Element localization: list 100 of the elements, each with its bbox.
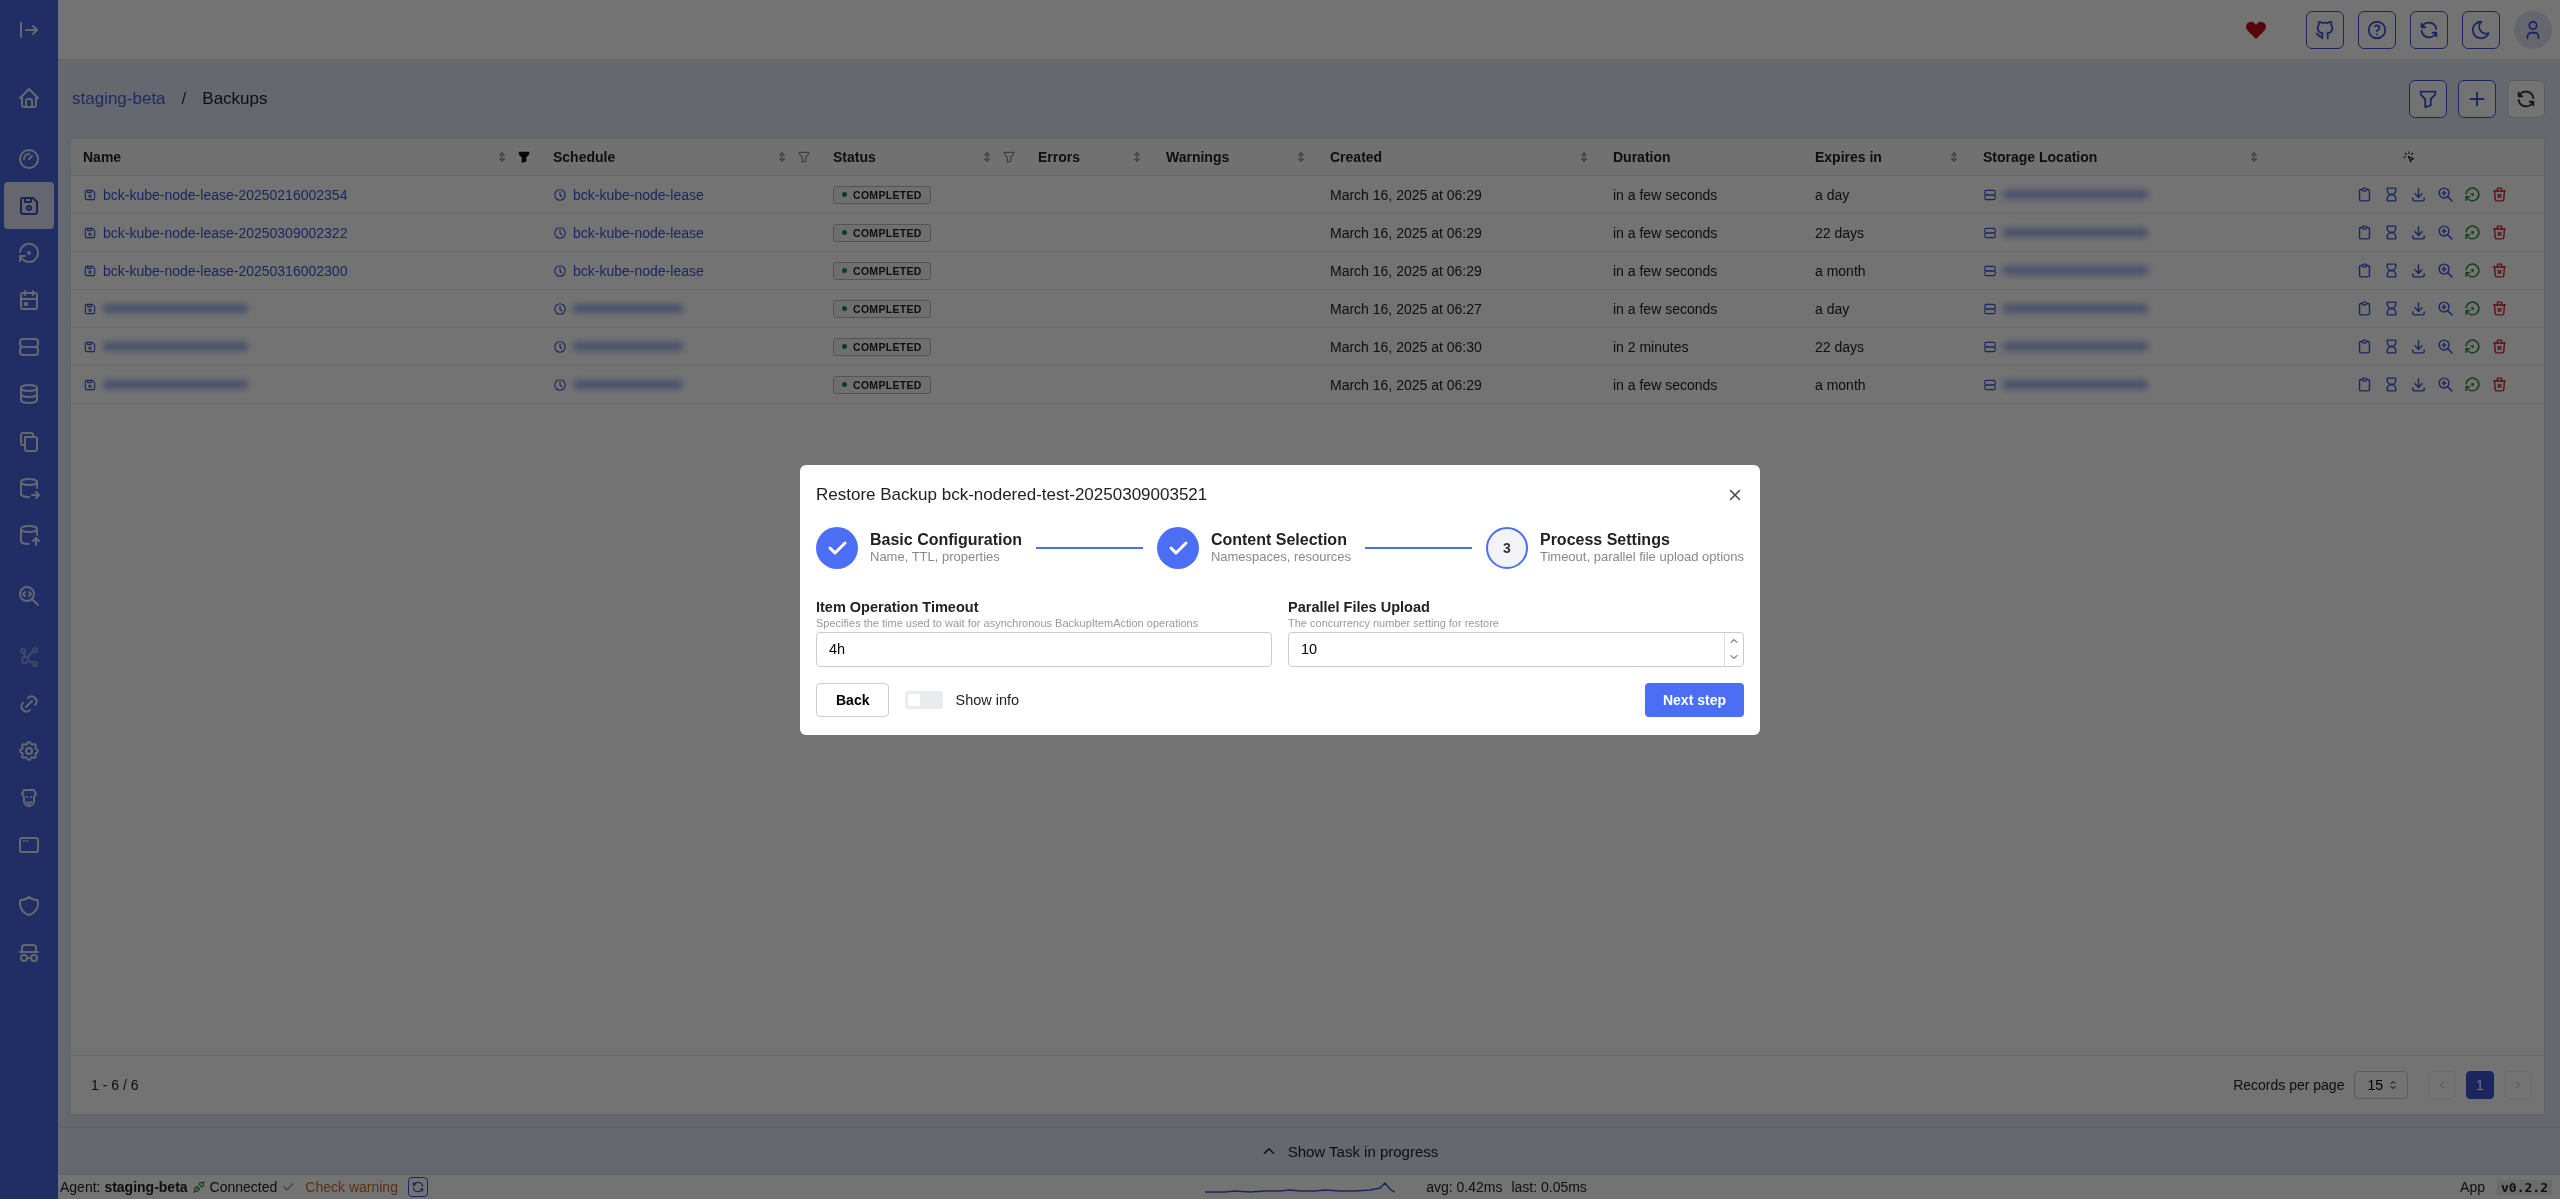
connection-status: Connected <box>209 1179 278 1195</box>
field-hint: The concurrency number setting for restore <box>1288 616 1500 629</box>
number-field[interactable]: 10 <box>1288 631 1744 667</box>
restore-icon[interactable] <box>2463 376 2481 393</box>
status-badge: COMPLETED <box>833 299 931 318</box>
backup-link[interactable]: bck-kube-node-lease-20250216002354 <box>103 186 348 203</box>
column-header[interactable]: Status <box>821 139 1026 175</box>
sidebar-item[interactable] <box>4 182 54 229</box>
avatar-button[interactable] <box>2514 10 2552 49</box>
restore-icon[interactable] <box>2463 262 2481 279</box>
trash-icon[interactable] <box>2490 186 2508 203</box>
step-subtitle: Name, TTL, properties <box>870 549 1001 564</box>
table-cell: a month <box>1815 262 1866 279</box>
help-button[interactable] <box>2358 10 2396 49</box>
table-cell: 22 days <box>1815 338 1865 355</box>
updown-icon <box>2387 1079 2399 1091</box>
status-badge: COMPLETED <box>833 337 931 356</box>
step-number: 3 <box>1485 526 1528 569</box>
theme-button[interactable] <box>2462 10 2500 49</box>
table-cell: a day <box>1815 186 1850 203</box>
funnel-icon[interactable] <box>517 150 531 164</box>
back-button[interactable]: Back <box>816 682 890 717</box>
page-button[interactable]: 1 <box>2466 1071 2494 1099</box>
table-cell: in 2 minutes <box>1613 338 1689 355</box>
sparkle-cursor-icon <box>2401 150 2416 164</box>
table-cell: in a few seconds <box>1613 224 1718 241</box>
cat-icon <box>2314 18 2336 41</box>
funnel-icon <box>2417 88 2439 110</box>
next-step-button[interactable]: Next step <box>1644 682 1744 717</box>
code-search-icon <box>17 583 41 608</box>
table-cell: a day <box>1815 300 1850 317</box>
download-icon[interactable] <box>2409 338 2427 355</box>
database-import-icon <box>17 522 41 547</box>
breadcrumb-link[interactable]: staging-beta <box>72 89 166 109</box>
funnel-icon[interactable] <box>1002 150 1016 164</box>
database-export-icon <box>17 475 41 500</box>
add-button[interactable] <box>2458 80 2496 118</box>
column-header[interactable]: Name <box>71 139 541 175</box>
zoom-in-icon[interactable] <box>2436 376 2454 393</box>
column-header[interactable]: Expires in <box>1803 139 1971 175</box>
trash-icon[interactable] <box>2490 300 2508 317</box>
breadcrumb-current: Backups <box>202 89 268 109</box>
status-badge: COMPLETED <box>833 261 931 280</box>
backup-link[interactable]: bck-kube-node-lease-20250309002322 <box>103 224 348 241</box>
source-button[interactable] <box>2306 10 2344 49</box>
restore-icon[interactable] <box>2463 224 2481 241</box>
trash-icon[interactable] <box>2490 262 2508 279</box>
table-cell: in a few seconds <box>1613 300 1718 317</box>
schedule-link[interactable]: bck-kube-node-lease <box>573 262 704 279</box>
zoom-in-icon[interactable] <box>2436 300 2454 317</box>
input-field[interactable]: 4h <box>816 631 1272 667</box>
refresh-button[interactable] <box>2410 10 2448 49</box>
zoom-in-icon[interactable] <box>2436 186 2454 203</box>
server-icon <box>1983 339 1997 354</box>
server-icon <box>1983 263 1997 278</box>
table-cell: a month <box>1815 376 1866 393</box>
column-header[interactable]: Storage Location <box>1971 139 2271 175</box>
zoom-in-icon[interactable] <box>2436 262 2454 279</box>
column-header[interactable]: Duration <box>1601 139 1803 175</box>
download-icon[interactable] <box>2409 300 2427 317</box>
settings-icon <box>17 738 41 763</box>
task-toggle[interactable]: Show Task in progress <box>1253 1141 1445 1161</box>
moon-icon <box>2470 18 2492 41</box>
restore-icon[interactable] <box>2463 186 2481 203</box>
column-header[interactable]: Errors <box>1026 139 1154 175</box>
recheck-button[interactable] <box>407 1177 428 1197</box>
gauge-icon <box>17 146 41 171</box>
table-cell: March 16, 2025 at 06:29 <box>1330 224 1482 241</box>
trash-icon[interactable] <box>2490 338 2508 355</box>
table-cell: March 16, 2025 at 06:29 <box>1330 262 1482 279</box>
clock-icon <box>553 187 567 202</box>
restore-icon[interactable] <box>2463 338 2481 355</box>
breadcrumb-separator: / <box>181 89 187 109</box>
toggle-label: Show info <box>955 691 1020 708</box>
zoom-in-icon[interactable] <box>2436 224 2454 241</box>
calendar-icon <box>17 287 41 312</box>
zoom-in-icon[interactable] <box>2436 338 2454 355</box>
download-icon[interactable] <box>2409 224 2427 241</box>
home-icon <box>17 85 41 110</box>
restore-icon[interactable] <box>2463 300 2481 317</box>
refresh-icon <box>2515 88 2537 110</box>
column-header[interactable]: Schedule <box>541 139 821 175</box>
download-icon[interactable] <box>2409 376 2427 393</box>
filter-button[interactable] <box>2409 80 2447 118</box>
backup-link[interactable]: bck-kube-node-lease-20250316002300 <box>103 262 348 279</box>
field-label: Item Operation Timeout <box>816 598 980 615</box>
clock-icon <box>553 263 567 278</box>
download-icon[interactable] <box>2409 262 2427 279</box>
funnel-icon[interactable] <box>797 150 811 164</box>
column-header[interactable]: Created <box>1318 139 1601 175</box>
reload-button[interactable] <box>2507 80 2545 118</box>
status-badge: COMPLETED <box>833 375 931 394</box>
trash-icon[interactable] <box>2490 376 2508 393</box>
column-header[interactable]: Warnings <box>1154 139 1318 175</box>
schedule-link[interactable]: bck-kube-node-lease <box>573 224 704 241</box>
download-icon[interactable] <box>2409 186 2427 203</box>
schedule-link[interactable]: bck-kube-node-lease <box>573 186 704 203</box>
step-title: Basic Configuration <box>870 531 1022 549</box>
trash-icon[interactable] <box>2490 224 2508 241</box>
page-size-select[interactable]: 15 <box>2354 1071 2408 1099</box>
